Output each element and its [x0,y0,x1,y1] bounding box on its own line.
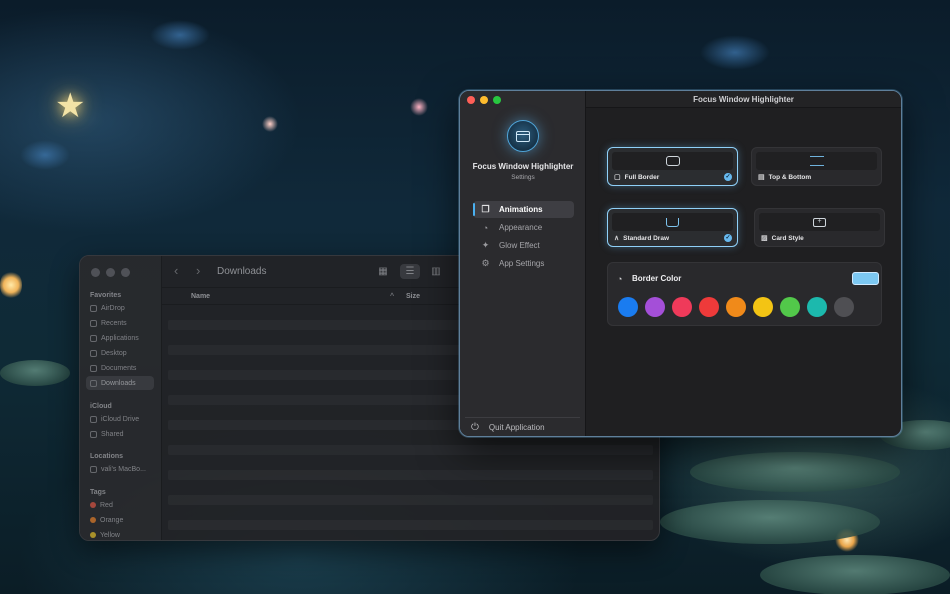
minimize-button[interactable] [106,268,115,277]
forward-icon[interactable]: › [196,263,200,278]
card-style-option[interactable]: + ▨ Card Style [754,208,885,247]
full-border-option[interactable]: ▢ Full Border ✓ [607,147,738,186]
focus-highlighter-window[interactable]: Focus Window Highlighter Settings ❐ Anim… [459,90,902,437]
color-swatch[interactable] [726,297,746,317]
window-title: Focus Window Highlighter [586,91,901,108]
rounded-rect-icon [665,156,680,166]
sidebar-item-shared[interactable]: Shared [86,427,154,441]
size-column-header[interactable]: Size [406,293,420,300]
app-window-icon [507,120,539,152]
sidebar-item-documents[interactable]: Documents [86,361,154,375]
star-decoration: ★ [55,87,86,125]
top-bottom-option[interactable]: ▤ Top & Bottom [751,147,882,186]
orange-tag-icon [90,517,96,523]
sidebar-item-tag-yellow[interactable]: Yellow [86,528,154,540]
yellow-tag-icon [90,532,96,538]
copy-icon: ❐ [481,204,490,214]
color-swatches [618,297,854,317]
sidebar-item-desktop[interactable]: Desktop [86,346,154,360]
document-icon [90,364,97,372]
window-controls[interactable] [91,268,130,277]
column-view-icon[interactable]: ▥ [426,264,446,279]
sidebar-item-applications[interactable]: Applications [86,331,154,345]
color-swatch[interactable] [807,297,827,317]
close-button[interactable] [467,96,475,104]
palette-icon: ◔ [617,274,623,284]
card-plus-icon: + [813,217,826,227]
finder-sidebar: Favorites AirDrop Recents Applications D… [80,256,162,540]
clock-icon [90,319,97,327]
locations-heading: Locations [90,453,124,460]
zoom-button[interactable] [121,268,130,277]
color-swatch[interactable] [645,297,665,317]
top-bottom-lines-icon [809,156,824,166]
favorites-heading: Favorites [90,292,122,299]
color-swatch[interactable] [672,297,692,317]
icloud-heading: iCloud [90,403,112,410]
power-icon: ⏻ [471,422,479,433]
app-subtitle: Settings [511,174,535,181]
name-column-header[interactable]: Name [191,293,210,300]
icon-view-icon[interactable]: ▦ [373,264,393,279]
finder-title: Downloads [217,266,267,277]
apps-icon [90,334,97,342]
list-view-icon[interactable]: ☰ [400,264,420,279]
sort-chevron-icon: ^ [390,293,395,300]
settings-sidebar: Focus Window Highlighter Settings ❐ Anim… [460,91,586,436]
sidebar-item-airdrop[interactable]: AirDrop [86,301,154,315]
current-color-well[interactable] [852,272,879,285]
window-controls[interactable] [467,96,501,104]
minimize-button[interactable] [480,96,488,104]
laptop-icon [90,465,97,473]
sidebar-item-tag-red[interactable]: Red [86,498,154,512]
file-row-placeholder [168,495,653,505]
color-swatch[interactable] [780,297,800,317]
shared-folder-icon [90,430,97,438]
tags-heading: Tags [90,489,106,496]
border-color-panel: ◔ Border Color [607,262,882,326]
red-tag-icon [90,502,96,508]
download-icon [90,379,97,387]
gear-icon: ⚙ [481,258,490,268]
draw-path-icon [666,217,679,227]
palette-icon: ◔ [482,222,489,233]
horizontal-lines-icon: ▤ [758,174,765,181]
checkmark-icon: ✓ [724,173,732,181]
standard-draw-option[interactable]: ∧ Standard Draw ✓ [607,208,738,247]
file-row-placeholder [168,445,653,455]
quit-button[interactable]: ⏻ Quit Application [465,417,580,436]
desktop-icon [90,349,97,357]
color-swatch[interactable] [618,297,638,317]
nav-app-settings[interactable]: ⚙ App Settings [473,255,574,272]
app-name: Focus Window Highlighter [472,162,574,171]
border-color-title: Border Color [632,274,682,283]
nav-glow-effect[interactable]: ✦ Glow Effect [473,237,574,254]
sidebar-item-recents[interactable]: Recents [86,316,154,330]
sidebar-item-macbook[interactable]: vali's MacBo... [86,462,154,476]
nav-animations[interactable]: ❐ Animations [473,201,574,218]
square-icon: ▢ [614,174,621,181]
file-row-placeholder [168,520,653,530]
color-swatch[interactable] [753,297,773,317]
file-row-placeholder [168,470,653,480]
pen-icon: ∧ [614,235,620,242]
back-icon[interactable]: ‹ [174,263,178,278]
nav-appearance[interactable]: ◔ Appearance [473,219,574,236]
close-button[interactable] [91,268,100,277]
sidebar-item-tag-orange[interactable]: Orange [86,513,154,527]
sparkle-icon: ✦ [481,240,490,250]
checkmark-icon: ✓ [724,234,732,242]
sidebar-item-downloads[interactable]: Downloads [86,376,154,390]
stack-icon: ▨ [761,235,768,242]
color-swatch[interactable] [699,297,719,317]
zoom-button[interactable] [493,96,501,104]
airdrop-icon [90,304,97,312]
cloud-icon [90,415,97,423]
sidebar-item-icloud-drive[interactable]: iCloud Drive [86,412,154,426]
color-swatch[interactable] [834,297,854,317]
